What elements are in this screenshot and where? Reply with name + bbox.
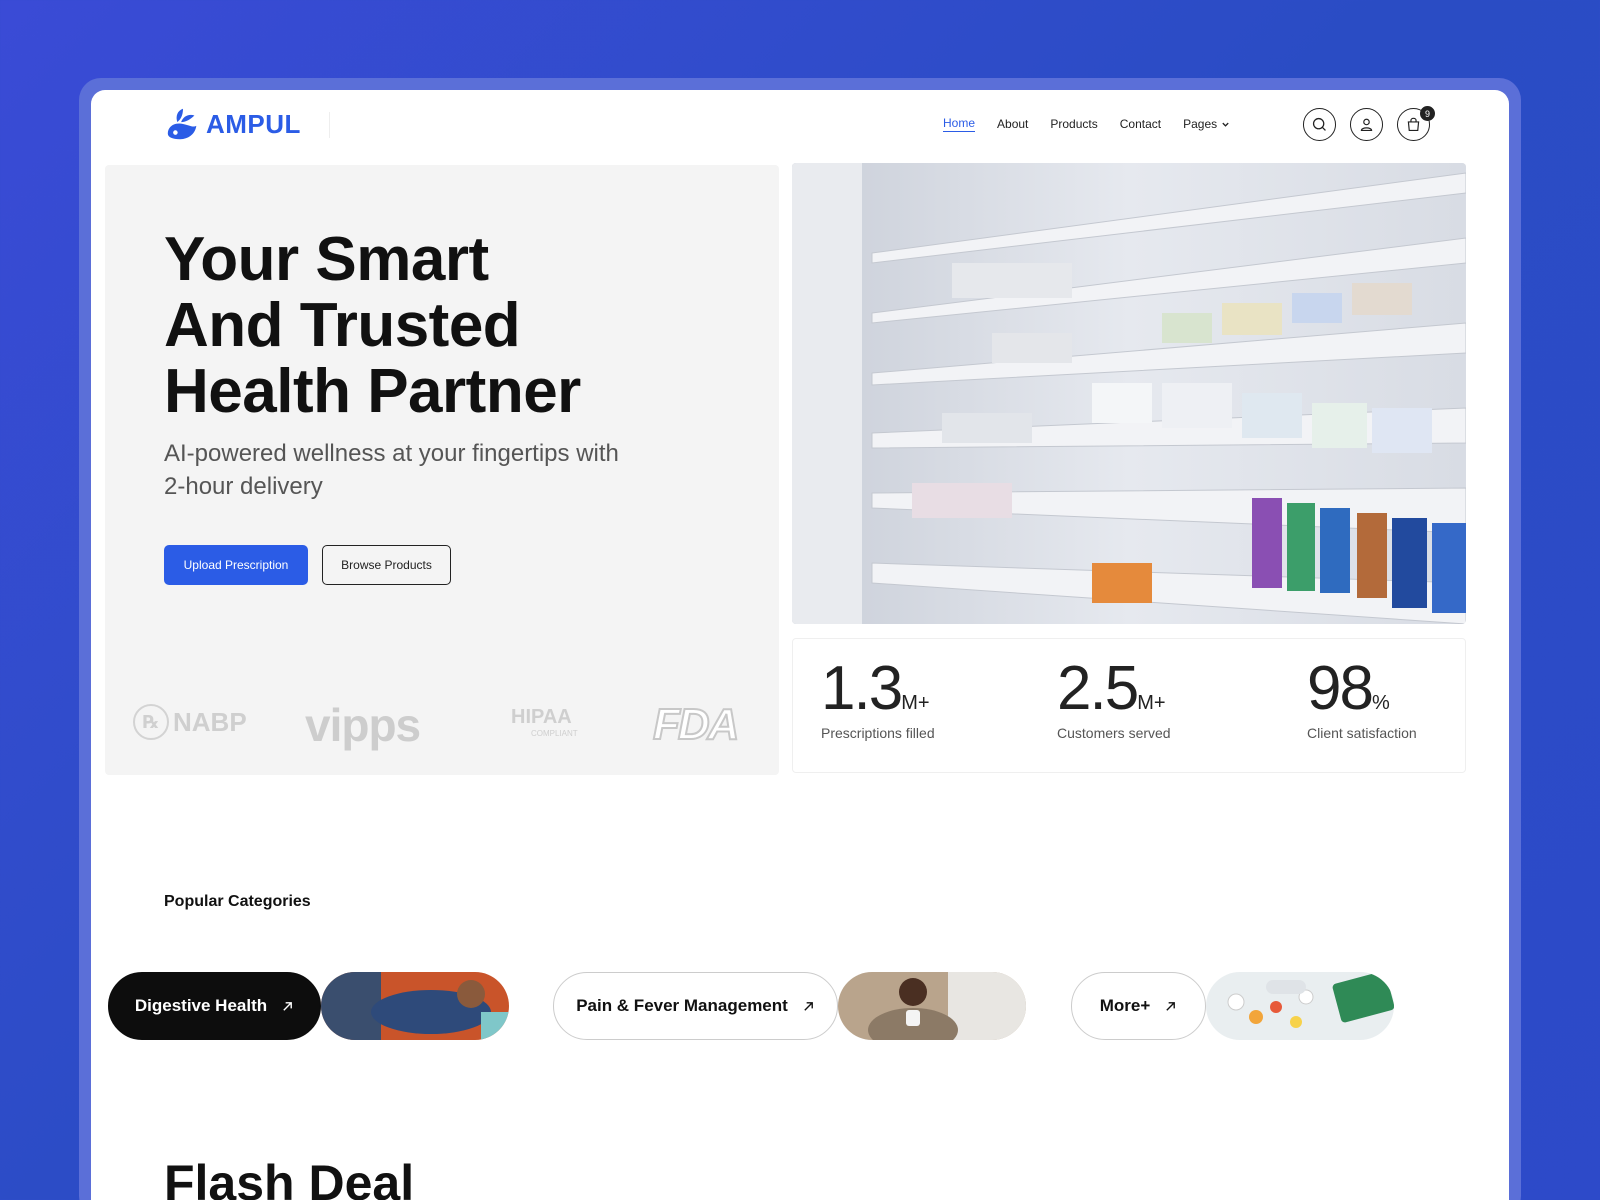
pharmacy-shelves-illustration bbox=[792, 163, 1466, 624]
account-button[interactable] bbox=[1350, 108, 1383, 141]
category-more[interactable]: More+ bbox=[1071, 972, 1206, 1040]
categories-heading: Popular Categories bbox=[164, 893, 311, 910]
search-icon bbox=[1312, 117, 1326, 131]
stat-value: 98 bbox=[1307, 654, 1374, 723]
certification-logos: ℞ NABP vipps HIPAA COMPLIANT FDA bbox=[133, 698, 753, 751]
nav-contact[interactable]: Contact bbox=[1120, 117, 1161, 131]
logo-icon bbox=[167, 108, 197, 140]
hero-title: Your Smart And Trusted Health Partner bbox=[164, 227, 724, 425]
stat-value: 2.5 bbox=[1057, 654, 1139, 723]
digestive-health-image[interactable] bbox=[321, 972, 509, 1040]
nav-products[interactable]: Products bbox=[1050, 117, 1097, 131]
nabp-seal-icon: ℞ bbox=[133, 704, 169, 740]
nav-pages[interactable]: Pages bbox=[1183, 117, 1230, 131]
stat-label: Customers served bbox=[1057, 725, 1171, 741]
stat-satisfaction: 98% Client satisfaction bbox=[1307, 658, 1417, 742]
hero-title-line: Your Smart bbox=[164, 225, 489, 294]
vipps-logo: vipps bbox=[305, 699, 421, 751]
logo-text: AMPUL bbox=[206, 108, 301, 139]
bag-icon bbox=[1407, 117, 1420, 132]
arrow-up-right-icon bbox=[1166, 1001, 1176, 1011]
fda-logo: FDA bbox=[652, 699, 740, 750]
hero-title-line: Health Partner bbox=[164, 357, 581, 426]
user-icon bbox=[1360, 118, 1373, 132]
main-nav: Home About Products Contact Pages bbox=[943, 116, 1230, 132]
logo[interactable]: AMPUL bbox=[164, 104, 301, 144]
stat-prescriptions: 1.3M+ Prescriptions filled bbox=[821, 658, 935, 742]
header-divider bbox=[329, 112, 330, 138]
pain-fever-photo bbox=[838, 972, 1026, 1040]
page: AMPUL Home About Products Contact Pages … bbox=[91, 90, 1509, 1200]
browse-products-button[interactable]: Browse Products bbox=[322, 545, 451, 585]
stat-label: Client satisfaction bbox=[1307, 725, 1417, 741]
pain-fever-image[interactable] bbox=[838, 972, 1026, 1040]
stat-unit: M+ bbox=[901, 692, 930, 714]
pharmacy-shelves-image bbox=[792, 163, 1466, 624]
arrow-up-right-icon bbox=[283, 1001, 293, 1011]
stat-unit: % bbox=[1371, 692, 1390, 714]
stat-customers: 2.5M+ Customers served bbox=[1057, 658, 1171, 742]
nav-pages-label: Pages bbox=[1183, 117, 1218, 131]
category-digestive-health[interactable]: Digestive Health bbox=[108, 972, 321, 1040]
stat-value: 1.3 bbox=[821, 654, 903, 723]
hero-subtitle: AI-powered wellness at your fingertips w… bbox=[164, 440, 619, 500]
stat-unit: M+ bbox=[1137, 692, 1166, 714]
hipaa-logo: HIPAA COMPLIANT bbox=[511, 706, 578, 738]
nabp-logo: ℞ NABP bbox=[133, 704, 247, 740]
more-categories-image[interactable] bbox=[1206, 972, 1394, 1040]
digestive-health-photo bbox=[321, 972, 509, 1040]
stats-panel: 1.3M+ Prescriptions filled 2.5M+ Custome… bbox=[792, 638, 1466, 773]
header-actions: 9 bbox=[1303, 106, 1435, 141]
flash-deal-heading: Flash Deal bbox=[164, 1155, 415, 1200]
search-button[interactable] bbox=[1303, 108, 1336, 141]
nav-about[interactable]: About bbox=[997, 117, 1028, 131]
category-label: Digestive Health bbox=[134, 996, 268, 1015]
cart-button[interactable]: 9 bbox=[1397, 106, 1435, 141]
hero-title-line: And Trusted bbox=[164, 291, 521, 360]
cart-count-badge: 9 bbox=[1420, 106, 1435, 121]
upload-prescription-button[interactable]: Upload Prescription bbox=[164, 545, 308, 585]
nav-home[interactable]: Home bbox=[943, 116, 976, 132]
stat-label: Prescriptions filled bbox=[821, 725, 935, 741]
chevron-down-icon bbox=[1222, 122, 1229, 127]
category-pain-fever[interactable]: Pain & Fever Management bbox=[553, 972, 838, 1040]
category-label: Pain & Fever Management bbox=[576, 996, 788, 1015]
medicine-pills-photo bbox=[1206, 972, 1394, 1040]
hero-panel: Your Smart And Trusted Health Partner AI… bbox=[105, 165, 779, 775]
arrow-up-right-icon bbox=[804, 1001, 813, 1011]
category-label: More+ bbox=[1099, 996, 1151, 1015]
